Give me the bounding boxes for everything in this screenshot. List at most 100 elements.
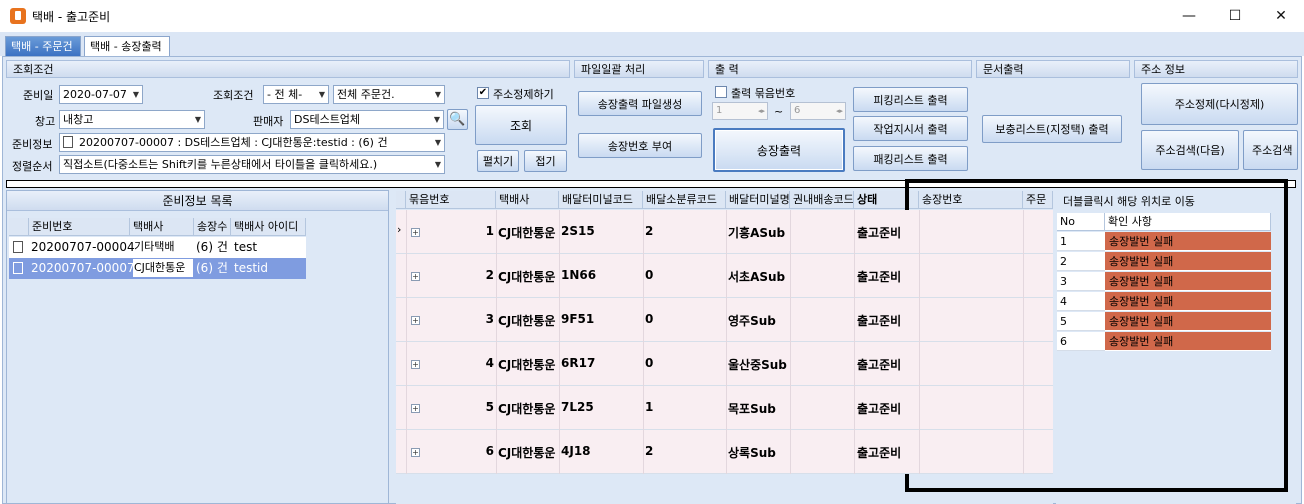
error-no: 5 (1057, 312, 1105, 331)
grid-line (919, 210, 920, 254)
tab-orders[interactable]: 택배 - 주문건 (5, 36, 81, 56)
assign-invoice-button[interactable]: 송장번호 부여 (578, 133, 702, 158)
close-button[interactable]: ✕ (1258, 4, 1304, 28)
supplement-list-button[interactable]: 보충리스트(지정택) 출력 (982, 115, 1122, 143)
packing-list-button[interactable]: 패킹리스트 출력 (853, 146, 968, 171)
error-no: 2 (1057, 252, 1105, 271)
bundle-to-value: 6 (794, 105, 801, 116)
table-row-selected[interactable]: 20200707-00007 CJ대한통운 (6) 건 testid (9, 258, 306, 279)
file-panel-title: 파일일괄 처리 (574, 60, 704, 78)
terminal-name: 울산중Sub (728, 358, 787, 372)
error-row[interactable]: 1 송장발번 실패 (1057, 232, 1271, 251)
grid-line (790, 210, 791, 254)
status: 출고준비 (857, 270, 902, 284)
error-row[interactable]: 6 송장발번 실패 (1057, 332, 1271, 351)
col-area-code[interactable]: 권내배송코드 (790, 191, 854, 209)
col-invoice-count[interactable]: 송장수 (194, 218, 231, 236)
tab-invoice-print[interactable]: 택배 - 송장출력 (84, 36, 170, 56)
grid-line (496, 342, 497, 386)
bundle-checkbox[interactable] (715, 86, 727, 98)
col-prep-no[interactable]: 준비번호 (29, 218, 130, 236)
col-terminal-code[interactable]: 배달터미널코드 (559, 191, 643, 209)
bundle-no: 3 (485, 312, 494, 326)
error-row[interactable]: 3 송장발번 실패 (1057, 272, 1271, 291)
error-row[interactable]: 2 송장발번 실패 (1057, 252, 1271, 271)
gen-invoice-file-button[interactable]: 송장출력 파일생성 (578, 91, 702, 116)
table-row[interactable] (396, 298, 1053, 342)
terminal-code: 1N66 (561, 268, 597, 282)
table-row[interactable] (396, 254, 1053, 298)
grid-line (559, 386, 560, 430)
search-icon[interactable]: 🔍 (447, 109, 468, 130)
addr-search-next-button[interactable]: 주소검색(다음) (1141, 130, 1239, 170)
courier: 기타택배 (134, 240, 175, 253)
cond-select-1[interactable]: - 전 체- ▼ (263, 85, 329, 104)
col-courier[interactable]: 택배사 (130, 218, 194, 236)
status: 출고준비 (857, 358, 902, 372)
courier: CJ대한통운 (498, 270, 556, 284)
search-button[interactable]: 조회 (475, 105, 567, 145)
collapse-button[interactable]: 접기 (524, 150, 567, 172)
expand-button[interactable]: 펼치기 (477, 150, 519, 172)
grid-line (1023, 430, 1024, 474)
table-row[interactable]: 20200707-00004 기타택배 (6) 건 test (9, 237, 306, 258)
grid-line (854, 254, 855, 298)
status: 출고준비 (857, 402, 902, 416)
maximize-button[interactable]: ☐ (1212, 4, 1258, 28)
grid-line (496, 254, 497, 298)
seller-value: DS테스트업체 (294, 113, 361, 126)
grid-line (854, 386, 855, 430)
bundle-no: 5 (485, 400, 494, 414)
col-sub-class-code[interactable]: 배달소분류코드 (643, 191, 726, 209)
error-row[interactable]: 5 송장발번 실패 (1057, 312, 1271, 331)
info-label: 준비정보 (12, 138, 53, 151)
col-terminal-name[interactable]: 배달터미널명 (726, 191, 790, 209)
table-row[interactable] (396, 430, 1053, 474)
error-message: 송장발번 실패 (1105, 332, 1271, 351)
terminal-code: 4J18 (561, 444, 591, 458)
grid-line (1023, 254, 1024, 298)
seller-select[interactable]: DS테스트업체 ▼ (290, 110, 444, 129)
date-picker[interactable]: 2020-07-07 ▼ (59, 85, 143, 104)
grid-line (643, 342, 644, 386)
addr-search-button[interactable]: 주소검색 (1243, 130, 1298, 170)
prep-info-select[interactable]: 20200707-00007 : DS테스트업체 : CJ대한통운:testid… (59, 133, 445, 152)
grid-line (1023, 298, 1024, 342)
error-message: 송장발번 실패 (1105, 272, 1271, 291)
bundle-from-input[interactable]: 1 ◂▸ (712, 102, 768, 120)
work-order-button[interactable]: 작업지시서 출력 (853, 116, 968, 141)
minimize-button[interactable]: — (1166, 4, 1212, 28)
picking-list-button[interactable]: 피킹리스트 출력 (853, 87, 968, 112)
error-no: 1 (1057, 232, 1105, 251)
col-bundle-no[interactable]: 묶음번호 (406, 191, 496, 209)
addr-refine-checkbox[interactable]: ✔ (477, 87, 489, 99)
grid-line (643, 430, 644, 474)
cond-select-2[interactable]: 전체 주문건. ▼ (333, 85, 445, 104)
col-courier-id[interactable]: 택배사 아이디 (231, 218, 306, 236)
grid-line (790, 386, 791, 430)
file-panel: 파일일괄 처리 (574, 60, 704, 176)
sub-class-code: 1 (645, 400, 654, 414)
error-row[interactable]: 4 송장발번 실패 (1057, 292, 1271, 311)
col-courier[interactable]: 택배사 (496, 191, 559, 209)
grid-line (726, 386, 727, 430)
grid-line (919, 342, 920, 386)
grid-line (919, 430, 920, 474)
status: 출고준비 (857, 226, 902, 240)
table-row[interactable] (396, 386, 1053, 430)
window-title: 택배 - 출고준비 (32, 10, 111, 24)
table-row[interactable] (396, 342, 1053, 386)
prep-info-value: 20200707-00007 : DS테스트업체 : CJ대한통운:testid… (79, 136, 388, 149)
terminal-code: 6R17 (561, 356, 596, 370)
sort-select[interactable]: 직접소트(다중소트는 Shift키를 누른상태에서 타이틀을 클릭하세요.) ▼ (59, 155, 445, 174)
print-invoice-button[interactable]: 송장출력 (713, 128, 845, 172)
table-row[interactable] (396, 210, 1053, 254)
bundle-no: 4 (485, 356, 494, 370)
grid-line (854, 342, 855, 386)
document-icon (13, 241, 23, 253)
bundle-no: 6 (485, 444, 494, 458)
addr-refine-button[interactable]: 주소정제(다시정제) (1141, 83, 1298, 125)
grid-line (919, 386, 920, 430)
warehouse-select[interactable]: 내창고 ▼ (59, 110, 205, 129)
bundle-to-input[interactable]: 6 ◂▸ (790, 102, 846, 120)
